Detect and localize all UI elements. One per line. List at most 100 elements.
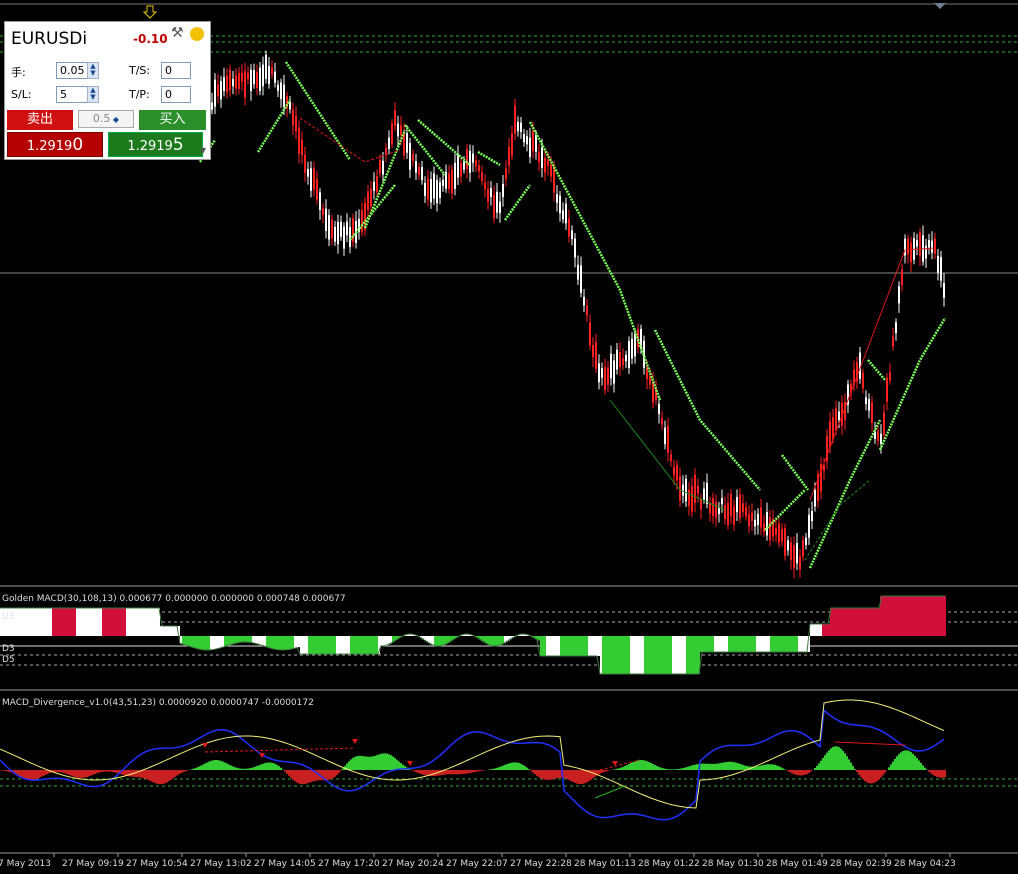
golden-macd-bar [758, 636, 760, 652]
divergence-bar [390, 755, 392, 770]
sell-button[interactable]: 卖出 [7, 110, 73, 130]
time-label: 27 May 17:20 [318, 859, 380, 869]
golden-macd-bar [822, 624, 824, 636]
candle-body [478, 165, 480, 172]
golden-macd-bar [548, 636, 550, 656]
divergence-bar [678, 768, 680, 770]
divergence-bar [808, 770, 810, 773]
divergence-bar [940, 770, 942, 778]
candle-body [448, 173, 450, 189]
lots-input[interactable]: 0.05 [56, 62, 88, 79]
golden-macd-bar [856, 608, 858, 636]
golden-macd-bar [54, 608, 56, 636]
divergence-bar [110, 770, 112, 772]
sl-input[interactable]: 5 [56, 86, 88, 103]
golden-macd-bar [622, 636, 624, 674]
divergence-bar [632, 762, 634, 770]
lots-label: 手: [11, 66, 26, 79]
divergence-bar [370, 756, 372, 770]
tools-icon[interactable]: ⚒ [171, 25, 184, 41]
divergence-bar [896, 756, 898, 770]
divergence-bar [498, 767, 500, 770]
ask-price-button[interactable]: 1.29195 [108, 132, 203, 157]
sl-spinner[interactable]: ▲ ▼ [87, 86, 99, 103]
golden-macd-bar [360, 636, 362, 654]
golden-macd-bar [232, 636, 234, 645]
golden-macd-bar [906, 596, 908, 636]
divergence-bar [840, 748, 842, 770]
golden-macd-bar [218, 636, 220, 649]
candle-body [652, 381, 654, 403]
golden-macd-bar [228, 636, 230, 646]
time-label: 27 May 22:07 [446, 859, 508, 869]
divergence-bar [620, 767, 622, 770]
candle-body [409, 142, 411, 170]
lot-step-select[interactable]: 0.5 ◆ [78, 110, 134, 128]
divergence-bar [898, 754, 900, 770]
bid-price-main: 1.2919 [26, 139, 73, 154]
divergence-bar [538, 770, 540, 778]
divergence-bar [222, 761, 224, 770]
divergence-bar [186, 770, 188, 771]
golden-macd-bar [742, 636, 744, 652]
candle-body [517, 121, 519, 132]
chevron-down-icon[interactable]: ▼ [197, 146, 209, 156]
divergence-bar [936, 770, 938, 777]
divergence-bar [796, 770, 798, 776]
divergence-bar [766, 764, 768, 770]
golden-macd-bar [870, 608, 872, 636]
divergence-bar [460, 770, 462, 775]
golden-macd-bar [554, 636, 556, 656]
golden-macd-bar [440, 636, 442, 646]
golden-macd-bar [786, 636, 788, 652]
golden-macd-bar [356, 636, 358, 654]
golden-macd-bar [940, 596, 942, 636]
sun-icon[interactable] [190, 27, 204, 41]
divergence-bar [492, 768, 494, 770]
candle-body [760, 507, 762, 528]
divergence-bar [770, 764, 772, 770]
divergence-bar [858, 770, 860, 775]
golden-macd-bar [590, 636, 592, 656]
bid-price-button[interactable]: 1.29190 [7, 132, 103, 157]
candle-body [307, 169, 309, 177]
candle-body [484, 182, 486, 190]
golden-macd-bar [344, 636, 346, 654]
divergence-bar [2, 770, 4, 771]
candle-body [877, 430, 879, 441]
golden-macd-bar [838, 608, 840, 636]
ts-input[interactable]: 0 [161, 62, 191, 79]
tp-input[interactable]: 0 [161, 86, 191, 103]
divergence-bar [160, 770, 162, 785]
divergence-bar [364, 756, 366, 770]
golden-macd-bar [564, 636, 566, 656]
time-label: 28 May 01:13 [574, 859, 636, 869]
divergence-bar [762, 765, 764, 770]
golden-macd-bar [904, 596, 906, 636]
golden-macd-bar [138, 608, 140, 636]
golden-macd-bar [690, 636, 692, 674]
candle-body [472, 153, 474, 163]
divergence-bar [814, 768, 816, 770]
time-label: 7 May 2013 [0, 859, 51, 869]
divergence-bar [392, 756, 394, 770]
candle-body [667, 425, 669, 453]
golden-macd-bar [692, 636, 694, 674]
golden-macd-bar [318, 636, 320, 654]
candle-body [502, 183, 504, 197]
golden-macd-bar [918, 596, 920, 636]
buy-button[interactable]: 买入 [139, 110, 206, 130]
divergence-bar [802, 770, 804, 776]
candle-body [709, 502, 711, 514]
divergence-bar [232, 766, 234, 770]
golden-macd-bar [738, 636, 740, 652]
golden-macd-bar [248, 636, 250, 643]
divergence-bar [892, 761, 894, 770]
golden-macd-bar [194, 636, 196, 648]
candle-body [394, 110, 396, 127]
one-click-trade-panel[interactable]: EURUSDi -0.10 ⚒ 手: 0.05 ▲ ▼ T/S: 0 S/L: 5… [4, 21, 211, 160]
candle-body [736, 496, 738, 513]
lots-spinner[interactable]: ▲ ▼ [87, 62, 99, 79]
candle-body [775, 528, 777, 535]
golden-macd-bar [938, 596, 940, 636]
